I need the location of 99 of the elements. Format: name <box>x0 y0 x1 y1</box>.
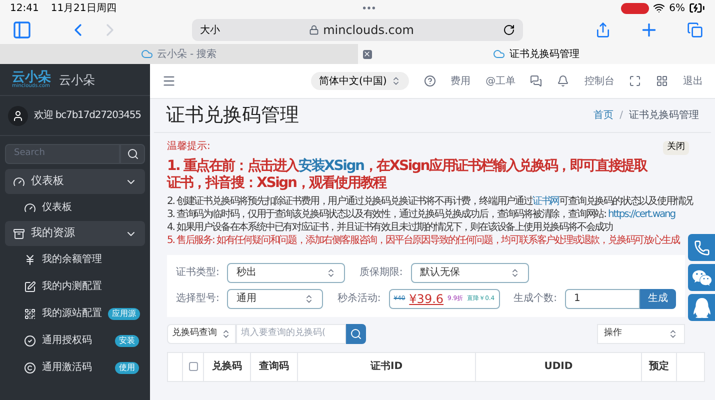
cert-type-select[interactable]: 秒出 <box>227 262 346 282</box>
nav-link[interactable]: 退出 <box>682 74 703 88</box>
search-icon <box>350 328 362 340</box>
column-header: 查询码 <box>251 352 298 380</box>
menu-item[interactable]: 通用激活码 <box>42 360 109 375</box>
gauge-icon <box>24 202 36 214</box>
select-arrows-icon <box>304 294 314 304</box>
search-icon <box>126 148 138 160</box>
penguin-icon <box>692 298 712 318</box>
notice-line: 4. 如果用户设备在本系统中已有对应证书，并且证书有效且未过期的情况下，则在该设备上使用兑换码将不会成功 <box>167 220 614 234</box>
address-bar[interactable]: 大小 minclouds.com <box>192 19 523 41</box>
close-button[interactable]: 关闭 <box>663 141 689 154</box>
select-arrows-icon <box>510 268 520 278</box>
notice-link[interactable]: 证书网 <box>532 196 560 206</box>
reload-icon[interactable] <box>503 24 515 36</box>
select-arrows-icon <box>221 328 231 338</box>
model-select[interactable]: 通用 <box>227 288 324 308</box>
notice-link[interactable]: 安装XSign <box>298 158 364 174</box>
notice-line: 1. 重点在前：点击进入安装XSign，在XSign应用证书栏输入兑换码，即可直接提取证书，抖音搜：XSign，观看使用教程 <box>167 158 648 192</box>
menu-item[interactable]: 我的源站配置 <box>42 306 102 321</box>
query-type-select[interactable]: 兑换码查询 <box>167 324 236 344</box>
language-select[interactable]: 简体中文(中国) <box>311 72 409 90</box>
yen-icon <box>24 254 36 266</box>
battery-percent: 6% <box>669 2 685 16</box>
select-arrows-icon <box>326 268 336 278</box>
qq-button[interactable] <box>688 294 715 321</box>
menu-item[interactable]: 仪表板 <box>42 200 139 215</box>
gauge-icon <box>13 176 25 188</box>
grid-icon[interactable] <box>656 75 668 87</box>
menu-badge: 安装 <box>115 334 139 346</box>
notice-heading: 温馨提示: <box>167 140 210 154</box>
chat-icon[interactable] <box>530 75 542 87</box>
menu-group[interactable]: 我的资源 <box>5 221 145 246</box>
phone-icon <box>694 240 710 256</box>
warranty-select[interactable]: 默认无保 <box>410 262 529 282</box>
search-button[interactable] <box>346 324 366 344</box>
menu-item[interactable]: 我的内测配置 <box>42 279 139 294</box>
help-icon[interactable] <box>424 75 436 87</box>
action-select[interactable]: 操作 <box>597 324 685 344</box>
nav-link[interactable]: @工单 <box>486 74 516 88</box>
copyright-icon <box>24 362 36 374</box>
edit-icon <box>24 280 36 292</box>
breadcrumb-current: 证书兑换码管理 <box>629 108 699 123</box>
cloud-icon <box>493 48 506 60</box>
select-arrows-icon <box>668 328 678 338</box>
query-field[interactable]: 填入要查询的兑换码( <box>236 324 346 344</box>
tabs-overview-icon[interactable] <box>687 22 703 38</box>
fullscreen-icon[interactable] <box>629 75 642 87</box>
welcome-text: 欢迎 bc7b17d27203455 <box>34 108 141 123</box>
nav-link[interactable]: 费用 <box>450 74 471 88</box>
column-header: UDID <box>476 352 642 380</box>
menu-item[interactable]: 我的余额管理 <box>42 252 139 267</box>
count-field[interactable]: 1 <box>565 288 640 308</box>
lock-icon <box>309 25 320 35</box>
sidebar-toggle-icon[interactable] <box>12 20 32 40</box>
archive-icon <box>13 228 25 240</box>
select-arrows-icon <box>390 76 401 86</box>
wechat-button[interactable] <box>688 264 715 291</box>
brand-name: 云小朵 <box>59 72 95 88</box>
page-title: 证书兑换码管理 <box>166 103 299 128</box>
breadcrumb-link[interactable]: 首页 <box>594 108 614 123</box>
clock-time: 12:41 <box>10 2 39 16</box>
phone-button[interactable] <box>688 234 715 261</box>
cloud-icon <box>140 48 153 60</box>
share-icon[interactable] <box>595 22 611 38</box>
url-text: minclouds.com <box>323 22 414 39</box>
field-label: 证书类型: <box>176 266 220 280</box>
field-label: 质保期限: <box>359 266 403 280</box>
check-circle-icon <box>24 334 36 346</box>
status-date: 11月21日周四 <box>50 2 116 16</box>
menu-item[interactable]: 通用授权码 <box>42 333 109 348</box>
generate-button[interactable]: 生成 <box>640 288 676 308</box>
column-header: 证书ID <box>298 352 476 380</box>
field-label: 选择型号: <box>176 292 220 306</box>
column-header: 兑换码 <box>204 352 251 380</box>
tab-close-button[interactable] <box>362 50 372 58</box>
text-size-button[interactable]: 大小 <box>200 22 220 38</box>
search-field[interactable]: Search <box>5 144 120 164</box>
menu-badge: 使用 <box>115 362 139 374</box>
breadcrumb-separator: / <box>620 109 623 123</box>
notice-link[interactable]: https://cert.wang <box>608 208 675 220</box>
menu-icon[interactable] <box>162 74 176 88</box>
field-label: 生成个数: <box>514 292 557 306</box>
notice-line: 5. 售后服务: 如有任何疑问和问题，添加右侧客服咨询，因平台原因导致的任何问题，均可联系客户处理或退款，兑换码可放心生成 <box>167 234 681 246</box>
column-header: 预定 <box>642 352 677 380</box>
select-all-checkbox[interactable] <box>188 362 198 371</box>
notice-line: 3. 查询码为临时码，仅用于查询该兑换码状态以及有效性，通过兑换码兑换成功后，查询码将被清除，查询网站: https://cert.wang <box>167 208 676 220</box>
browser-tab[interactable]: 云小朵 - 搜索 <box>0 44 358 64</box>
field-label: 秒杀活动: <box>337 292 381 306</box>
qr-code-icon <box>24 308 36 320</box>
chat-bubbles-icon <box>692 268 712 288</box>
notice-line: 2. 创建证书兑换码将预先扣除证书费用，用户通过兑换码兑换证书将不再计费，终端用户通过证书网可查询兑换码的状态以及使用情况 <box>167 194 694 208</box>
search-button[interactable] <box>120 144 145 164</box>
menu-badge: 应用源 <box>108 308 140 320</box>
nav-link[interactable]: 控制台 <box>584 74 614 88</box>
bell-icon[interactable] <box>557 75 570 87</box>
user-avatar <box>8 106 28 126</box>
recording-indicator <box>621 2 650 14</box>
menu-group[interactable]: 仪表板 <box>5 169 145 194</box>
